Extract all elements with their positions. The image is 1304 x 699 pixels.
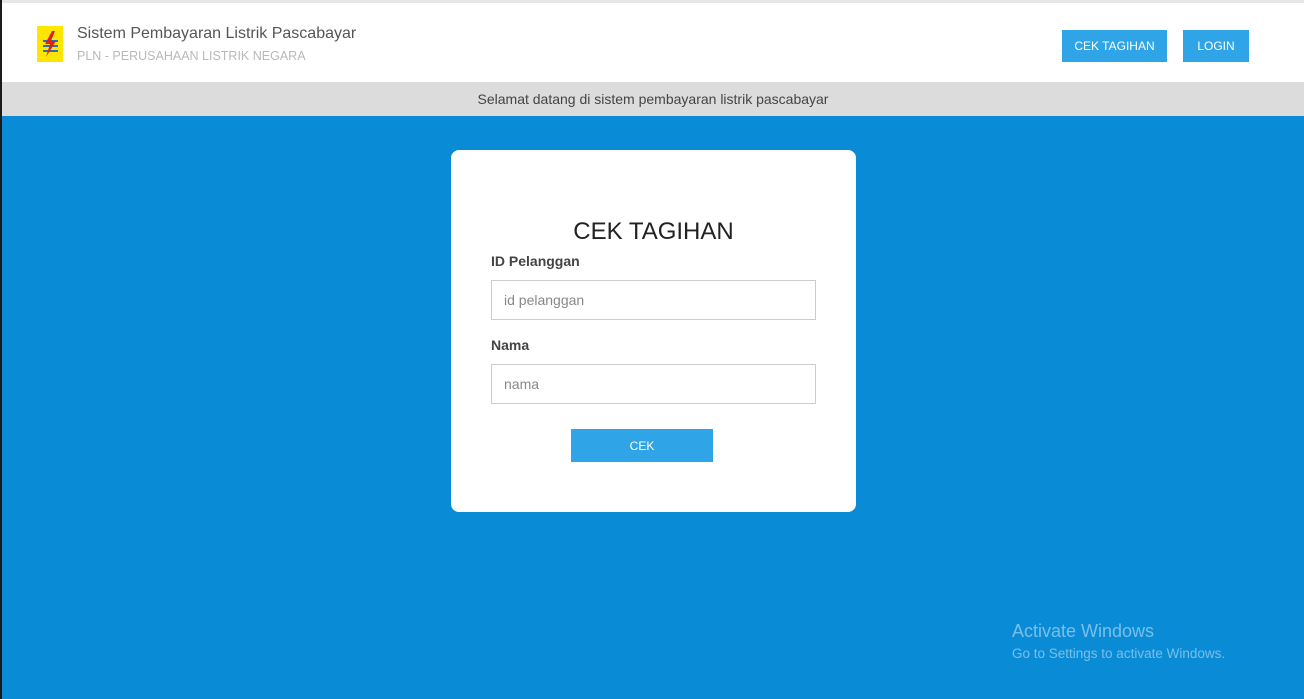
nama-label: Nama xyxy=(491,337,530,353)
pln-lightning-logo-icon xyxy=(37,26,63,62)
cek-tagihan-card: CEK TAGIHAN ID Pelanggan Nama CEK xyxy=(451,150,856,512)
header: Sistem Pembayaran Listrik Pascabayar PLN… xyxy=(2,3,1304,82)
nama-input[interactable] xyxy=(491,364,816,404)
page: Sistem Pembayaran Listrik Pascabayar PLN… xyxy=(0,0,1304,699)
id-pelanggan-input[interactable] xyxy=(491,280,816,320)
cek-tagihan-nav-button[interactable]: CEK TAGIHAN xyxy=(1062,30,1167,62)
activate-windows-watermark: Activate Windows Go to Settings to activ… xyxy=(1012,621,1225,661)
watermark-title: Activate Windows xyxy=(1012,621,1155,641)
cek-submit-button[interactable]: CEK xyxy=(571,429,713,462)
app-subtitle: PLN - PERUSAHAAN LISTRIK NEGARA xyxy=(77,49,306,63)
app-title: Sistem Pembayaran Listrik Pascabayar xyxy=(77,25,357,42)
id-pelanggan-label: ID Pelanggan xyxy=(491,253,580,269)
watermark-subtitle: Go to Settings to activate Windows. xyxy=(1012,646,1226,661)
login-nav-button[interactable]: LOGIN xyxy=(1183,30,1249,62)
welcome-banner: Selamat datang di sistem pembayaran list… xyxy=(2,82,1304,116)
form-title: CEK TAGIHAN xyxy=(573,218,734,245)
